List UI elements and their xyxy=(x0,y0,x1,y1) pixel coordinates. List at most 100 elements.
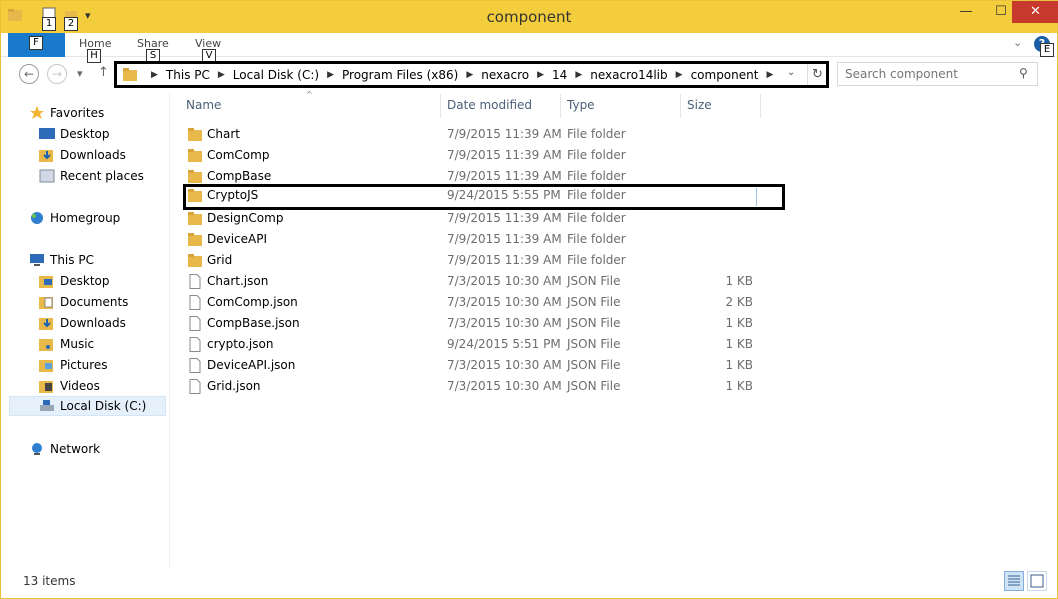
column-date-modified[interactable]: Date modified xyxy=(447,98,532,112)
nav-label: Homegroup xyxy=(50,211,121,225)
music-icon xyxy=(39,337,55,351)
column-type[interactable]: Type xyxy=(567,98,595,112)
breadcrumb-program-files[interactable]: Program Files (x86) xyxy=(342,68,458,82)
nav-pc-pictures[interactable]: Pictures xyxy=(39,355,108,375)
file-row[interactable]: DesignComp 7/9/2015 11:39 AM File folder xyxy=(184,208,784,229)
breadcrumb-14[interactable]: 14 xyxy=(552,68,567,82)
search-icon[interactable]: ⚲ xyxy=(1019,66,1028,80)
nav-favorites-desktop[interactable]: Desktop xyxy=(39,124,110,144)
nav-pc-local-disk[interactable]: Local Disk (C:) xyxy=(9,396,166,416)
search-input[interactable] xyxy=(845,66,1015,82)
file-row[interactable]: Grid 7/9/2015 11:39 AM File folder xyxy=(184,250,784,271)
navigation-pane: Favorites Desktop Downloads Recent place… xyxy=(9,97,167,567)
nav-favorites-downloads[interactable]: Downloads xyxy=(39,145,126,165)
file-type: File folder xyxy=(567,211,626,225)
file-row-highlighted[interactable]: CryptoJS 9/24/2015 5:55 PM File folder xyxy=(183,184,785,210)
keytip-home: H xyxy=(87,49,101,63)
file-size: 2 KB xyxy=(725,295,753,309)
nav-pc-videos[interactable]: Videos xyxy=(39,376,100,396)
tab-file[interactable]: F xyxy=(8,33,65,57)
nav-label: Network xyxy=(50,442,101,456)
nav-pc-music[interactable]: Music xyxy=(39,334,94,354)
file-row[interactable]: crypto.json 9/24/2015 5:51 PM JSON File … xyxy=(184,334,784,355)
search-box[interactable]: ⚲ xyxy=(837,62,1038,86)
forward-button[interactable]: → xyxy=(47,64,67,84)
nav-label: Local Disk (C:) xyxy=(60,399,147,413)
column-separator[interactable] xyxy=(440,94,441,118)
file-size: 1 KB xyxy=(725,358,753,372)
file-icon xyxy=(189,316,201,331)
file-type: JSON File xyxy=(567,358,621,372)
nav-label: Documents xyxy=(60,295,129,309)
details-view-button[interactable] xyxy=(1004,571,1024,591)
column-headers: ^ Name Date modified Type Size xyxy=(179,90,761,118)
file-type: File folder xyxy=(567,148,626,162)
nav-label: Pictures xyxy=(60,358,108,372)
minimize-button[interactable]: — xyxy=(949,1,983,23)
breadcrumb-this-pc[interactable]: This PC xyxy=(166,68,210,82)
file-size: 1 KB xyxy=(725,379,753,393)
up-button[interactable]: ↑ xyxy=(98,65,109,80)
explorer-window: 1 2 ▾ component — ☐ ✕ F Home H Share S V… xyxy=(0,0,1058,599)
file-icon xyxy=(189,295,201,310)
nav-pc-desktop[interactable]: Desktop xyxy=(39,271,110,291)
breadcrumb-separator-icon[interactable]: ▶ xyxy=(575,70,582,80)
file-type: File folder xyxy=(567,253,626,267)
downloads-icon xyxy=(39,148,55,162)
breadcrumb-nexacro14lib[interactable]: nexacro14lib xyxy=(590,68,667,82)
nav-label: Downloads xyxy=(60,148,126,162)
breadcrumb-local-disk[interactable]: Local Disk (C:) xyxy=(233,68,319,82)
pictures-icon xyxy=(39,358,55,372)
file-name: CompBase xyxy=(207,169,272,183)
file-name: Chart.json xyxy=(207,274,269,288)
nav-homegroup[interactable]: Homegroup xyxy=(29,208,120,228)
column-name[interactable]: Name xyxy=(186,98,221,112)
expand-ribbon-icon[interactable]: ⌄ xyxy=(1013,36,1022,49)
breadcrumb-separator-icon[interactable]: ▶ xyxy=(766,70,773,80)
file-row[interactable]: ComComp.json 7/3/2015 10:30 AM JSON File… xyxy=(184,292,784,313)
file-row[interactable]: Chart 7/9/2015 11:39 AM File folder xyxy=(184,124,784,145)
nav-label: Videos xyxy=(60,379,100,393)
file-row[interactable]: Grid.json 7/3/2015 10:30 AM JSON File 1 … xyxy=(184,376,784,397)
breadcrumb-separator-icon[interactable]: ▶ xyxy=(537,70,544,80)
file-row[interactable]: DeviceAPI.json 7/3/2015 10:30 AM JSON Fi… xyxy=(184,355,784,376)
nav-network[interactable]: Network xyxy=(29,439,100,459)
breadcrumb-separator-icon[interactable]: ▶ xyxy=(327,70,334,80)
drive-icon xyxy=(39,399,55,413)
nav-favorites[interactable]: Favorites xyxy=(29,103,104,123)
large-icons-view-icon xyxy=(1030,574,1044,588)
recent-locations-icon[interactable]: ▾ xyxy=(77,67,83,80)
breadcrumb-separator-icon[interactable]: ▶ xyxy=(218,70,225,80)
pane-divider[interactable] xyxy=(169,93,170,567)
address-bar[interactable]: ▶ This PC ▶ Local Disk (C:) ▶ Program Fi… xyxy=(114,61,829,88)
close-button[interactable]: ✕ xyxy=(1012,1,1058,23)
file-row[interactable]: ComComp 7/9/2015 11:39 AM File folder xyxy=(184,145,784,166)
nav-favorites-recent[interactable]: Recent places xyxy=(39,166,144,186)
address-dropdown-icon[interactable]: ⌄ xyxy=(787,67,795,78)
file-type: File folder xyxy=(567,232,626,246)
nav-pc-downloads[interactable]: Downloads xyxy=(39,313,126,333)
file-name: Chart xyxy=(207,127,240,141)
column-separator[interactable] xyxy=(680,94,681,118)
file-row[interactable]: Chart.json 7/3/2015 10:30 AM JSON File 1… xyxy=(184,271,784,292)
breadcrumb-component[interactable]: component xyxy=(691,68,759,82)
column-separator[interactable] xyxy=(760,94,761,118)
column-separator[interactable] xyxy=(560,94,561,118)
large-icons-view-button[interactable] xyxy=(1027,571,1047,591)
breadcrumb-separator-icon[interactable]: ▶ xyxy=(466,70,473,80)
file-row[interactable]: DeviceAPI 7/9/2015 11:39 AM File folder xyxy=(184,229,784,250)
breadcrumb-separator-icon[interactable]: ▶ xyxy=(676,70,683,80)
nav-label: Music xyxy=(60,337,95,351)
network-icon xyxy=(29,442,45,456)
file-date: 7/9/2015 11:39 AM xyxy=(447,211,562,225)
file-row[interactable]: CompBase.json 7/3/2015 10:30 AM JSON Fil… xyxy=(184,313,784,334)
nav-this-pc[interactable]: This PC xyxy=(29,250,94,270)
breadcrumb-separator-icon[interactable]: ▶ xyxy=(151,70,158,80)
nav-pc-documents[interactable]: Documents xyxy=(39,292,128,312)
column-size[interactable]: Size xyxy=(687,98,712,112)
breadcrumb-nexacro[interactable]: nexacro xyxy=(481,68,529,82)
back-button[interactable]: ← xyxy=(19,64,39,84)
refresh-icon[interactable]: ↻ xyxy=(807,64,827,85)
file-date: 7/3/2015 10:30 AM xyxy=(447,316,562,330)
file-name: DesignComp xyxy=(207,211,284,225)
